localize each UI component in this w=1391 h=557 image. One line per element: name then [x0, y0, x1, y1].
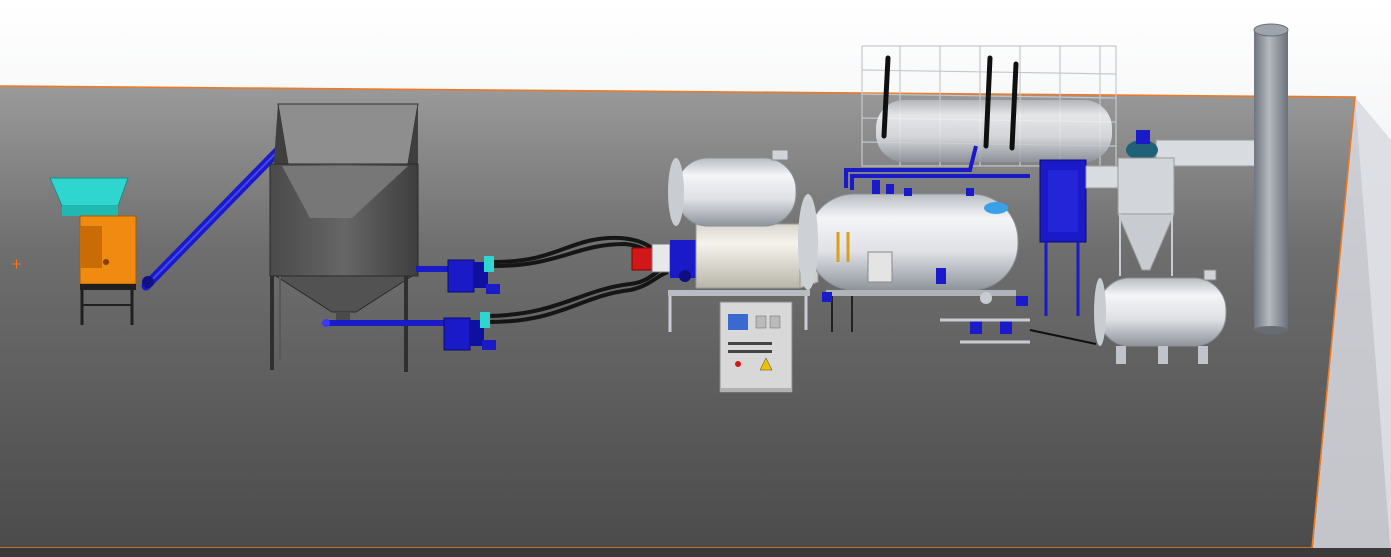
plant-render [0, 0, 1391, 557]
chimney-icon[interactable] [1253, 23, 1289, 334]
cad-viewport[interactable] [0, 0, 1391, 557]
floor-edge [0, 548, 1391, 557]
rear-drum [876, 100, 1112, 162]
control-panel-icon[interactable] [719, 301, 793, 393]
